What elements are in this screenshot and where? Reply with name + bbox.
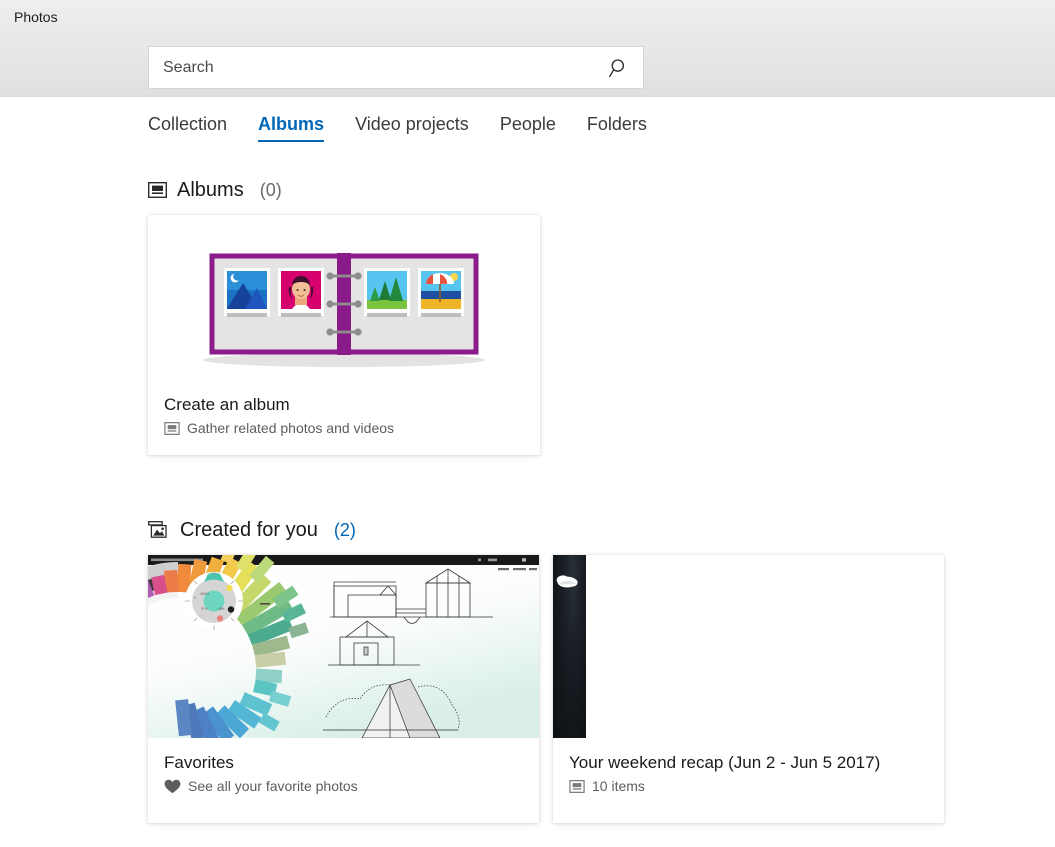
weekend-recap-thumbnail bbox=[553, 555, 944, 738]
heart-icon bbox=[164, 779, 181, 794]
album-icon bbox=[164, 422, 180, 435]
search-icon bbox=[608, 57, 630, 79]
tab-people[interactable]: People bbox=[500, 112, 556, 139]
favorites-subtitle: See all your favorite photos bbox=[188, 777, 358, 795]
tab-albums[interactable]: Albums bbox=[258, 112, 324, 139]
album-icon bbox=[569, 780, 585, 793]
favorites-caption: Favorites See all your favorite photos bbox=[148, 738, 539, 795]
albums-section-count: (0) bbox=[260, 180, 282, 201]
forest-photo bbox=[364, 268, 410, 317]
created-for-you-section-title: Created for you bbox=[180, 519, 318, 542]
portrait-photo bbox=[278, 268, 324, 317]
svg-text:46%: 46% bbox=[218, 607, 225, 611]
tab-collection[interactable]: Collection bbox=[148, 112, 227, 139]
favorites-card[interactable]: 0 97% 46% 45/4% bbox=[148, 555, 539, 823]
created-for-you-icon bbox=[148, 521, 170, 540]
svg-text:45/4%: 45/4% bbox=[200, 592, 209, 596]
created-for-you-section-count[interactable]: (2) bbox=[334, 520, 356, 541]
main-nav: Collection Albums Video projects People … bbox=[0, 97, 1055, 153]
search-box[interactable] bbox=[148, 46, 644, 89]
favorites-thumbnail: 0 97% 46% 45/4% bbox=[148, 555, 539, 738]
favorites-subtitle-row: See all your favorite photos bbox=[164, 777, 539, 795]
created-for-you-section-header: Created for you (2) bbox=[0, 515, 1055, 545]
beach-umbrella-photo bbox=[418, 268, 464, 317]
svg-text:0: 0 bbox=[194, 596, 196, 600]
weekend-recap-card[interactable]: Your weekend recap (Jun 2 - Jun 5 2017) … bbox=[553, 555, 944, 823]
weekend-recap-caption: Your weekend recap (Jun 2 - Jun 5 2017) … bbox=[553, 738, 944, 795]
tab-folders[interactable]: Folders bbox=[587, 112, 647, 139]
created-for-you-card-row: 0 97% 46% 45/4% bbox=[0, 555, 1055, 823]
create-album-title: Create an album bbox=[164, 394, 540, 416]
create-album-subtitle: Gather related photos and videos bbox=[187, 419, 394, 437]
weekend-recap-title: Your weekend recap (Jun 2 - Jun 5 2017) bbox=[569, 752, 944, 774]
tab-video-projects[interactable]: Video projects bbox=[355, 112, 469, 139]
weekend-recap-subtitle: 10 items bbox=[592, 777, 645, 795]
photo-album-illustration bbox=[148, 215, 540, 394]
svg-text:97%: 97% bbox=[201, 607, 208, 611]
search-input[interactable] bbox=[149, 47, 595, 88]
night-mountain-photo bbox=[224, 268, 270, 317]
favorites-title: Favorites bbox=[164, 752, 539, 774]
cloud-icon bbox=[557, 575, 578, 587]
app-title: Photos bbox=[14, 8, 58, 26]
albums-section-header: Albums (0) bbox=[0, 175, 1055, 205]
create-album-card[interactable]: Create an album Gather related photos an… bbox=[148, 215, 540, 455]
weekend-recap-subtitle-row: 10 items bbox=[569, 777, 944, 795]
app-header: Photos bbox=[0, 0, 1055, 97]
albums-card-row: Create an album Gather related photos an… bbox=[0, 215, 1055, 455]
search-button[interactable] bbox=[595, 47, 643, 88]
create-album-caption: Create an album Gather related photos an… bbox=[148, 394, 540, 455]
album-icon bbox=[148, 182, 167, 198]
create-album-subtitle-row: Gather related photos and videos bbox=[164, 419, 540, 437]
albums-section-title: Albums bbox=[177, 179, 244, 202]
